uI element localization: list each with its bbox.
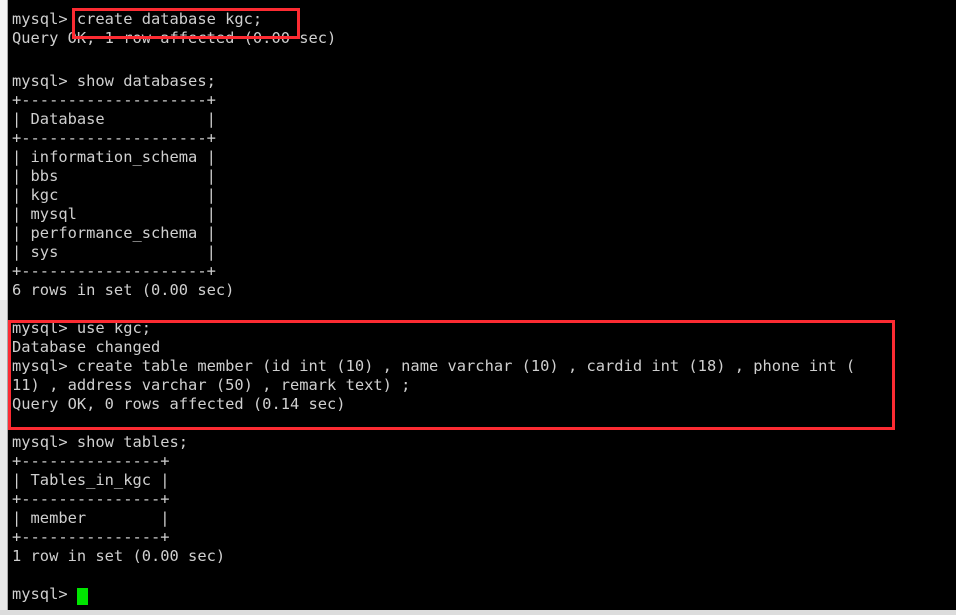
terminal-line: mysql> show tables; [12, 433, 189, 451]
terminal-line: | sys | [12, 243, 216, 261]
terminal-line: +---------------+ [12, 528, 170, 546]
scrollbar-thumb[interactable] [0, 0, 7, 300]
terminal-line: | bbs | [12, 167, 216, 185]
terminal-prompt-line: mysql> [12, 585, 77, 603]
terminal-line: 1 row in set (0.00 sec) [12, 547, 226, 565]
window-bottom-edge [0, 610, 956, 615]
terminal-line: 6 rows in set (0.00 sec) [12, 281, 235, 299]
terminal-line: Query OK, 0 rows affected (0.14 sec) [12, 395, 346, 413]
terminal-line: | Tables_in_kgc | [12, 471, 170, 489]
terminal-line: mysql> create table member (id int (10) … [12, 357, 856, 375]
terminal-line: mysql> show databases; [12, 72, 216, 90]
terminal-cursor [77, 588, 88, 605]
terminal-line: mysql> create database kgc; [12, 10, 263, 28]
terminal-line: +--------------------+ [12, 91, 216, 109]
terminal-line: +---------------+ [12, 490, 170, 508]
terminal-line: mysql> use kgc; [12, 319, 151, 337]
terminal-line: | kgc | [12, 186, 216, 204]
terminal-line: 11) , address varchar (50) , remark text… [12, 376, 411, 394]
terminal-line: +--------------------+ [12, 262, 216, 280]
terminal-output-area[interactable]: mysql> create database kgc; Query OK, 1 … [9, 0, 956, 610]
terminal-line: +---------------+ [12, 452, 170, 470]
terminal-line: | Database | [12, 110, 216, 128]
terminal-line: | mysql | [12, 205, 216, 223]
terminal-line: | performance_schema | [12, 224, 216, 242]
terminal-line: Query OK, 1 row affected (0.00 sec) [12, 29, 337, 47]
terminal-window: mysql> create database kgc; Query OK, 1 … [0, 0, 956, 615]
terminal-line: Database changed [12, 338, 161, 356]
terminal-line: | information_schema | [12, 148, 216, 166]
terminal-scrollbar[interactable] [0, 0, 8, 615]
terminal-line: +--------------------+ [12, 129, 216, 147]
terminal-line: | member | [12, 509, 170, 527]
